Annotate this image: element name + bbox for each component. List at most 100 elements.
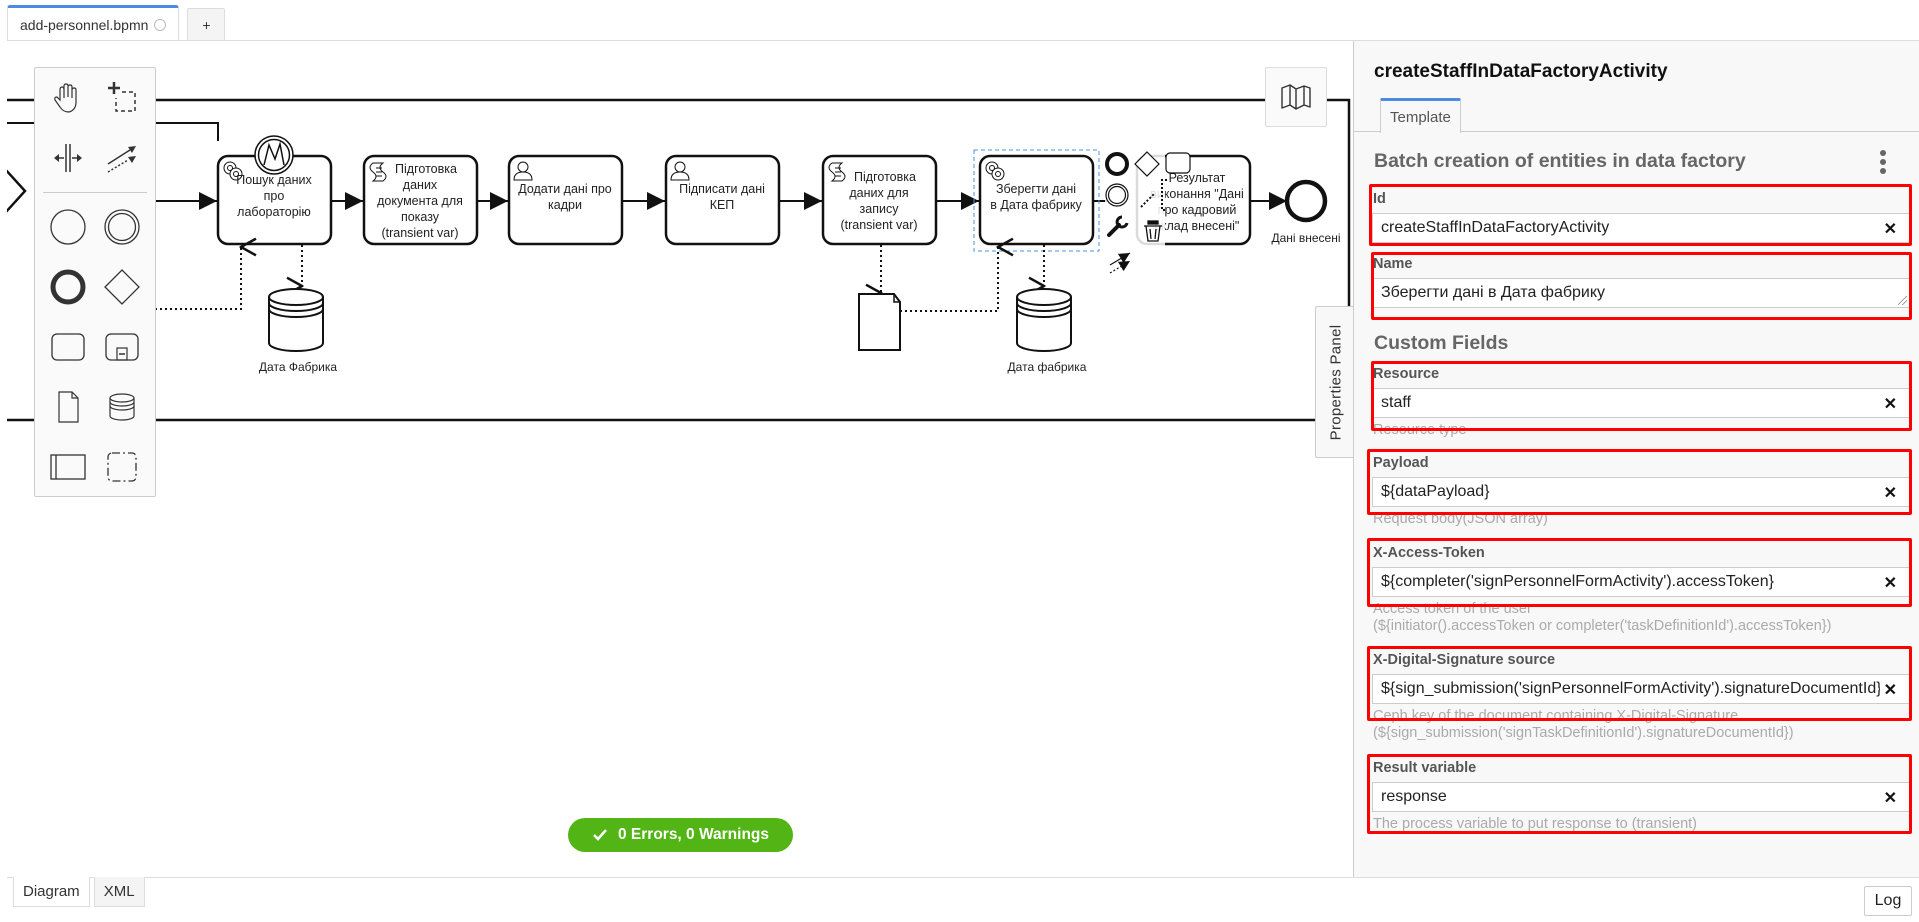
clear-access-token-icon[interactable]: ✕ [1884, 573, 1897, 593]
create-intermediate-event[interactable] [100, 205, 144, 249]
hand-tool[interactable] [46, 76, 90, 120]
task-prepare-document-line-2: даних [403, 178, 438, 192]
create-data-store[interactable] [100, 385, 144, 429]
task-prepare-document-line-3: документа для [377, 194, 463, 208]
resource-input[interactable]: staff ✕ [1372, 388, 1910, 418]
create-group[interactable] [100, 445, 144, 489]
data-store-1[interactable] [268, 288, 324, 352]
properties-title: createStaffInDataFactoryActivity [1374, 61, 1668, 82]
task-add-staff[interactable]: Додати дані про кадри [507, 154, 624, 246]
task-prepare-document-line-5: (transient var) [381, 226, 458, 240]
create-start-event[interactable] [46, 205, 90, 249]
access-token-description-line-2: (${initiator().accessToken or completer(… [1373, 618, 1832, 634]
clear-resource-icon[interactable]: ✕ [1884, 394, 1897, 414]
file-tab-bar: add-personnel.bpmn + [7, 4, 226, 41]
result-variable-input[interactable]: response ✕ [1372, 782, 1910, 812]
data-store-2-label: Дата фабрика [1008, 360, 1087, 374]
end-event-label: Дані внесені [1271, 231, 1340, 245]
payload-input[interactable]: ${dataPayload} ✕ [1372, 477, 1910, 507]
lasso-tool[interactable] [100, 76, 144, 120]
create-pool[interactable] [46, 445, 90, 489]
id-input-value: createStaffInDataFactoryActivity [1381, 219, 1610, 236]
data-association-doc-input[interactable] [900, 247, 998, 312]
append-end-event-icon[interactable] [1105, 152, 1129, 176]
end-event[interactable]: Дані внесені [1271, 179, 1341, 245]
custom-fields-title: Custom Fields [1374, 332, 1509, 354]
access-token-input[interactable]: ${completer('signPersonnelFormActivity')… [1372, 567, 1910, 597]
add-tab-button[interactable]: + [187, 8, 226, 40]
task-save-data[interactable]: Зберегти дані в Дата фабрику [978, 154, 1095, 246]
clear-payload-icon[interactable]: ✕ [1884, 483, 1897, 503]
file-tab-label: add-personnel.bpmn [20, 16, 149, 33]
boundary-error-event[interactable] [254, 135, 294, 175]
palette-separator [43, 192, 147, 193]
minimap-toggle[interactable] [1265, 67, 1327, 127]
log-button[interactable]: Log [1864, 886, 1912, 916]
properties-panel-toggle-label: Properties Panel [1327, 324, 1345, 440]
task-sign-data-line-2: КЕП [710, 198, 735, 212]
field-id-label: Id [1373, 191, 1386, 207]
create-end-event[interactable] [46, 265, 90, 309]
id-input[interactable]: createStaffInDataFactoryActivity ✕ [1372, 213, 1910, 243]
task-prepare-record[interactable]: Підготовка даних для запису (transient v… [821, 154, 938, 246]
resize-handle-icon[interactable] [1898, 296, 1907, 305]
digital-signature-input[interactable]: ${sign_submission('signPersonnelFormActi… [1372, 674, 1910, 704]
task-sign-data-line-1: Підписати дані [679, 182, 765, 196]
field-payload-description: Request body(JSON array) [1373, 511, 1548, 527]
task-prepare-record-line-4: (transient var) [840, 218, 917, 232]
data-object[interactable] [858, 293, 901, 351]
clear-digital-signature-icon[interactable]: ✕ [1879, 680, 1897, 700]
field-digital-signature: X-Digital-Signature source ${sign_submis… [1372, 651, 1910, 742]
data-store-icon [109, 393, 135, 421]
data-store-1-label: Дата Фабрика [259, 360, 337, 374]
field-name: Name Зберегти дані в Дата фабрику [1372, 255, 1910, 308]
field-name-label: Name [1373, 256, 1413, 272]
field-access-token-description: Access token of the user (${initiator().… [1373, 601, 1910, 635]
field-result-variable-description: The process variable to put response to … [1373, 816, 1697, 832]
create-subprocess[interactable] [100, 325, 144, 369]
lint-status-badge[interactable]: 0 Errors, 0 Warnings [568, 818, 793, 852]
check-icon [593, 829, 607, 841]
task-prepare-record-line-3: запису [860, 202, 900, 216]
unsaved-circle-icon [154, 18, 167, 31]
tab-xml[interactable]: XML [93, 877, 145, 907]
intermediate-event-icon [104, 209, 140, 245]
append-task-icon[interactable] [1165, 152, 1191, 174]
hand-icon [54, 83, 77, 113]
task-save-data-line-2: в Дата фабрику [990, 198, 1082, 212]
tab-xml-label: XML [103, 883, 135, 900]
field-digital-signature-description: Ceph key of the document containing X-Di… [1373, 708, 1910, 742]
create-data-object[interactable] [46, 385, 90, 429]
subprocess-icon [105, 333, 139, 361]
space-tool[interactable] [46, 136, 90, 180]
file-tab-add-personnel[interactable]: add-personnel.bpmn [7, 5, 180, 41]
field-resource-label: Resource [1373, 366, 1440, 382]
task-search-lab-line-1: Пошук даних [236, 173, 312, 187]
gateway-icon [104, 269, 140, 305]
properties-panel-toggle[interactable]: Properties Panel [1315, 306, 1355, 458]
create-gateway[interactable] [100, 265, 144, 309]
digital-signature-description-line-1: Ceph key of the document containing X-Di… [1373, 708, 1739, 724]
data-store-2[interactable] [1016, 288, 1072, 352]
create-task[interactable] [46, 325, 90, 369]
group-menu-icon[interactable] [1879, 150, 1887, 174]
task-prepare-document-line-4: показу [401, 210, 440, 224]
tab-template[interactable]: Template [1380, 98, 1461, 133]
task-sign-data[interactable]: Підписати дані КЕП [664, 154, 781, 246]
clear-id-icon[interactable]: ✕ [1884, 219, 1897, 239]
bpmn-diagram[interactable]: а я я Пошук даних про лабораторію [7, 41, 1353, 877]
name-textarea[interactable]: Зберегти дані в Дата фабрику [1372, 278, 1910, 308]
diagram-canvas[interactable]: а я я Пошук даних про лабораторію [7, 41, 1353, 877]
field-access-token-label: X-Access-Token [1373, 545, 1485, 561]
digital-signature-input-value: ${sign_submission('signPersonnelFormActi… [1381, 680, 1882, 697]
task-prepare-document-line-1: Підготовка [395, 162, 457, 176]
append-intermediate-event-icon[interactable] [1105, 183, 1129, 207]
global-connect-tool[interactable] [100, 136, 144, 180]
clear-result-variable-icon[interactable]: ✕ [1884, 788, 1897, 808]
gateway-partial[interactable] [7, 169, 27, 213]
task-prepare-record-line-1: Підготовка [854, 170, 916, 184]
task-prepare-document[interactable]: Підготовка даних документа для показу (t… [362, 154, 479, 246]
space-icon [54, 144, 82, 172]
task-search-lab-line-2: про [264, 189, 285, 203]
tab-diagram[interactable]: Diagram [13, 877, 90, 907]
